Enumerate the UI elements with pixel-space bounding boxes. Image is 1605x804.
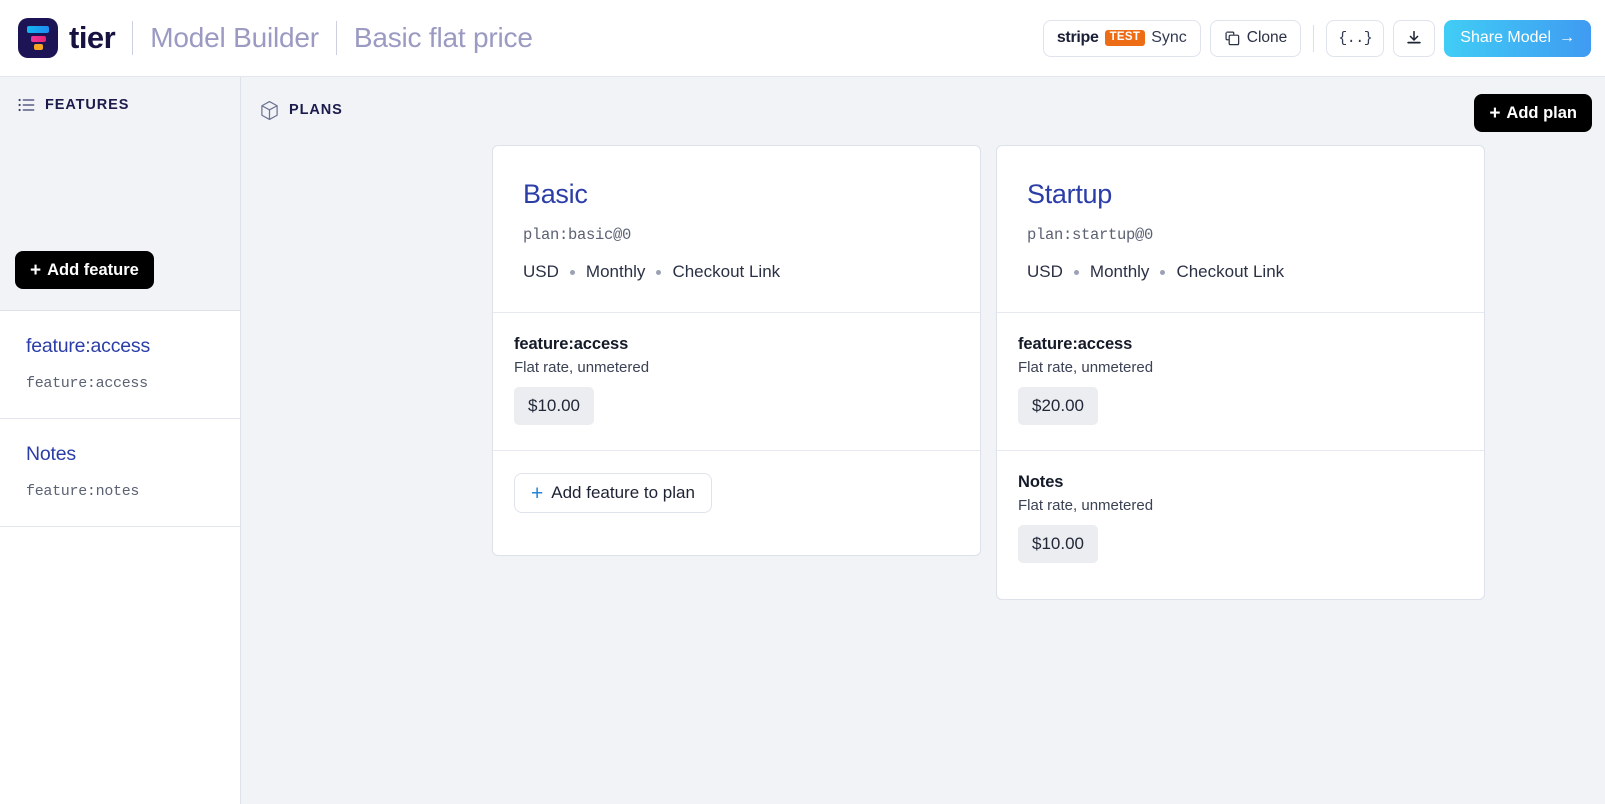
plan-feature-title: feature:access [1018,335,1133,353]
download-button[interactable] [1393,19,1436,57]
plan-card[interactable]: Basic plan:basic@0 USD Monthly Checkout … [492,145,981,556]
meta-dot-icon [569,269,575,275]
plan-feature-title: feature:access [514,335,629,353]
list-icon [18,98,35,112]
plan-feature-row[interactable]: feature:access Flat rate, unmetered $20.… [997,313,1484,451]
plan-feature-price[interactable]: $20.00 [1018,387,1098,425]
plan-checkout-link[interactable]: Checkout Link [672,262,780,282]
feature-list-item[interactable]: feature:access feature:access [0,311,240,419]
download-icon [1405,29,1423,47]
plans-header-label: PLANS [289,102,343,118]
plan-card-header: Startup plan:startup@0 USD Monthly Check… [997,146,1484,313]
plan-feature-title: Notes [1018,473,1064,491]
plan-name[interactable]: Startup [1027,179,1454,210]
stripe-sync-button[interactable]: stripe TEST Sync [1042,19,1201,57]
share-model-button[interactable]: Share Model → [1444,19,1591,57]
plan-feature-row[interactable]: Notes Flat rate, unmetered $10.00 [997,451,1484,599]
plan-meta: USD Monthly Checkout Link [523,262,950,282]
plan-id: plan:basic@0 [523,226,632,244]
plans-list: Basic plan:basic@0 USD Monthly Checkout … [241,123,1605,600]
feature-title: Notes [26,443,76,465]
stripe-sync-label: Sync [1151,29,1187,46]
add-feature-to-plan-button[interactable]: + Add feature to plan [514,473,712,513]
plus-icon: + [531,481,544,505]
plans-panel: PLANS + Add plan Basic plan:basic@0 USD … [241,77,1605,804]
plan-feature-subtitle: Flat rate, unmetered [1018,359,1154,376]
feature-id: feature:notes [26,483,140,500]
features-header-label: FEATURES [45,97,130,113]
plan-feature-row[interactable]: feature:access Flat rate, unmetered $10.… [493,313,980,451]
plus-icon: + [30,259,42,281]
plan-interval: Monthly [585,262,646,281]
plan-card[interactable]: Startup plan:startup@0 USD Monthly Check… [996,145,1485,600]
clone-button[interactable]: Clone [1209,19,1302,57]
plan-currency: USD [523,262,559,281]
breadcrumb-separator-1 [132,21,134,55]
feature-list-item[interactable]: Notes feature:notes [0,419,240,527]
breadcrumb-separator-2 [335,21,337,55]
add-feature-to-plan-label: Add feature to plan [551,483,695,502]
plan-feature-price[interactable]: $10.00 [1018,525,1098,563]
stripe-wordmark: stripe [1056,29,1099,46]
plan-interval: Monthly [1089,262,1150,281]
plans-header: PLANS [241,97,1605,123]
meta-dot-icon [1160,269,1166,275]
top-bar: tier Model Builder Basic flat price stri… [0,0,1605,77]
clone-label: Clone [1246,29,1288,46]
feature-id: feature:access [26,375,148,392]
arrow-right-icon: → [1559,29,1575,46]
add-feature-label: Add feature [47,260,139,279]
stripe-test-badge: TEST [1104,30,1146,46]
meta-dot-icon [656,269,662,275]
workspace: FEATURES + Add feature feature:access fe… [0,77,1605,804]
breadcrumb-model-name[interactable]: Basic flat price [354,22,533,54]
features-sidebar: FEATURES + Add feature feature:access fe… [0,77,241,804]
features-sidebar-top: FEATURES + Add feature [0,77,240,311]
copy-icon [1224,30,1241,47]
sidebar-empty-space [0,527,240,804]
add-plan-button[interactable]: + Add plan [1474,94,1592,132]
cube-icon [260,100,279,121]
meta-dot-icon [1073,269,1079,275]
plan-feature-subtitle: Flat rate, unmetered [514,359,650,376]
top-bar-actions: stripe TEST Sync Clone {..} Share Model … [1042,19,1591,57]
plan-feature-subtitle: Flat rate, unmetered [1018,497,1154,514]
brand[interactable]: tier [18,18,116,58]
plan-feature-price[interactable]: $10.00 [514,387,594,425]
plan-currency: USD [1027,262,1063,281]
model-builder-app: tier Model Builder Basic flat price stri… [0,0,1605,804]
plan-meta: USD Monthly Checkout Link [1027,262,1454,282]
toolbar-divider [1313,24,1315,52]
plan-name[interactable]: Basic [523,179,950,210]
tier-funnel-logo-icon [18,18,58,58]
brand-name: tier [69,20,116,55]
plan-checkout-link[interactable]: Checkout Link [1176,262,1284,282]
add-plan-label: Add plan [1506,103,1577,122]
json-view-button[interactable]: {..} [1326,19,1385,57]
plan-id: plan:startup@0 [1027,226,1154,244]
add-feature-button[interactable]: + Add feature [15,251,154,289]
share-model-label: Share Model [1460,29,1551,46]
breadcrumb-model-builder[interactable]: Model Builder [150,22,319,54]
plan-card-footer: + Add feature to plan [493,451,980,555]
plan-card-header: Basic plan:basic@0 USD Monthly Checkout … [493,146,980,313]
feature-title: feature:access [26,335,151,357]
plus-icon: + [1489,102,1501,124]
code-braces-icon: {..} [1338,29,1373,47]
features-header: FEATURES [0,97,240,113]
